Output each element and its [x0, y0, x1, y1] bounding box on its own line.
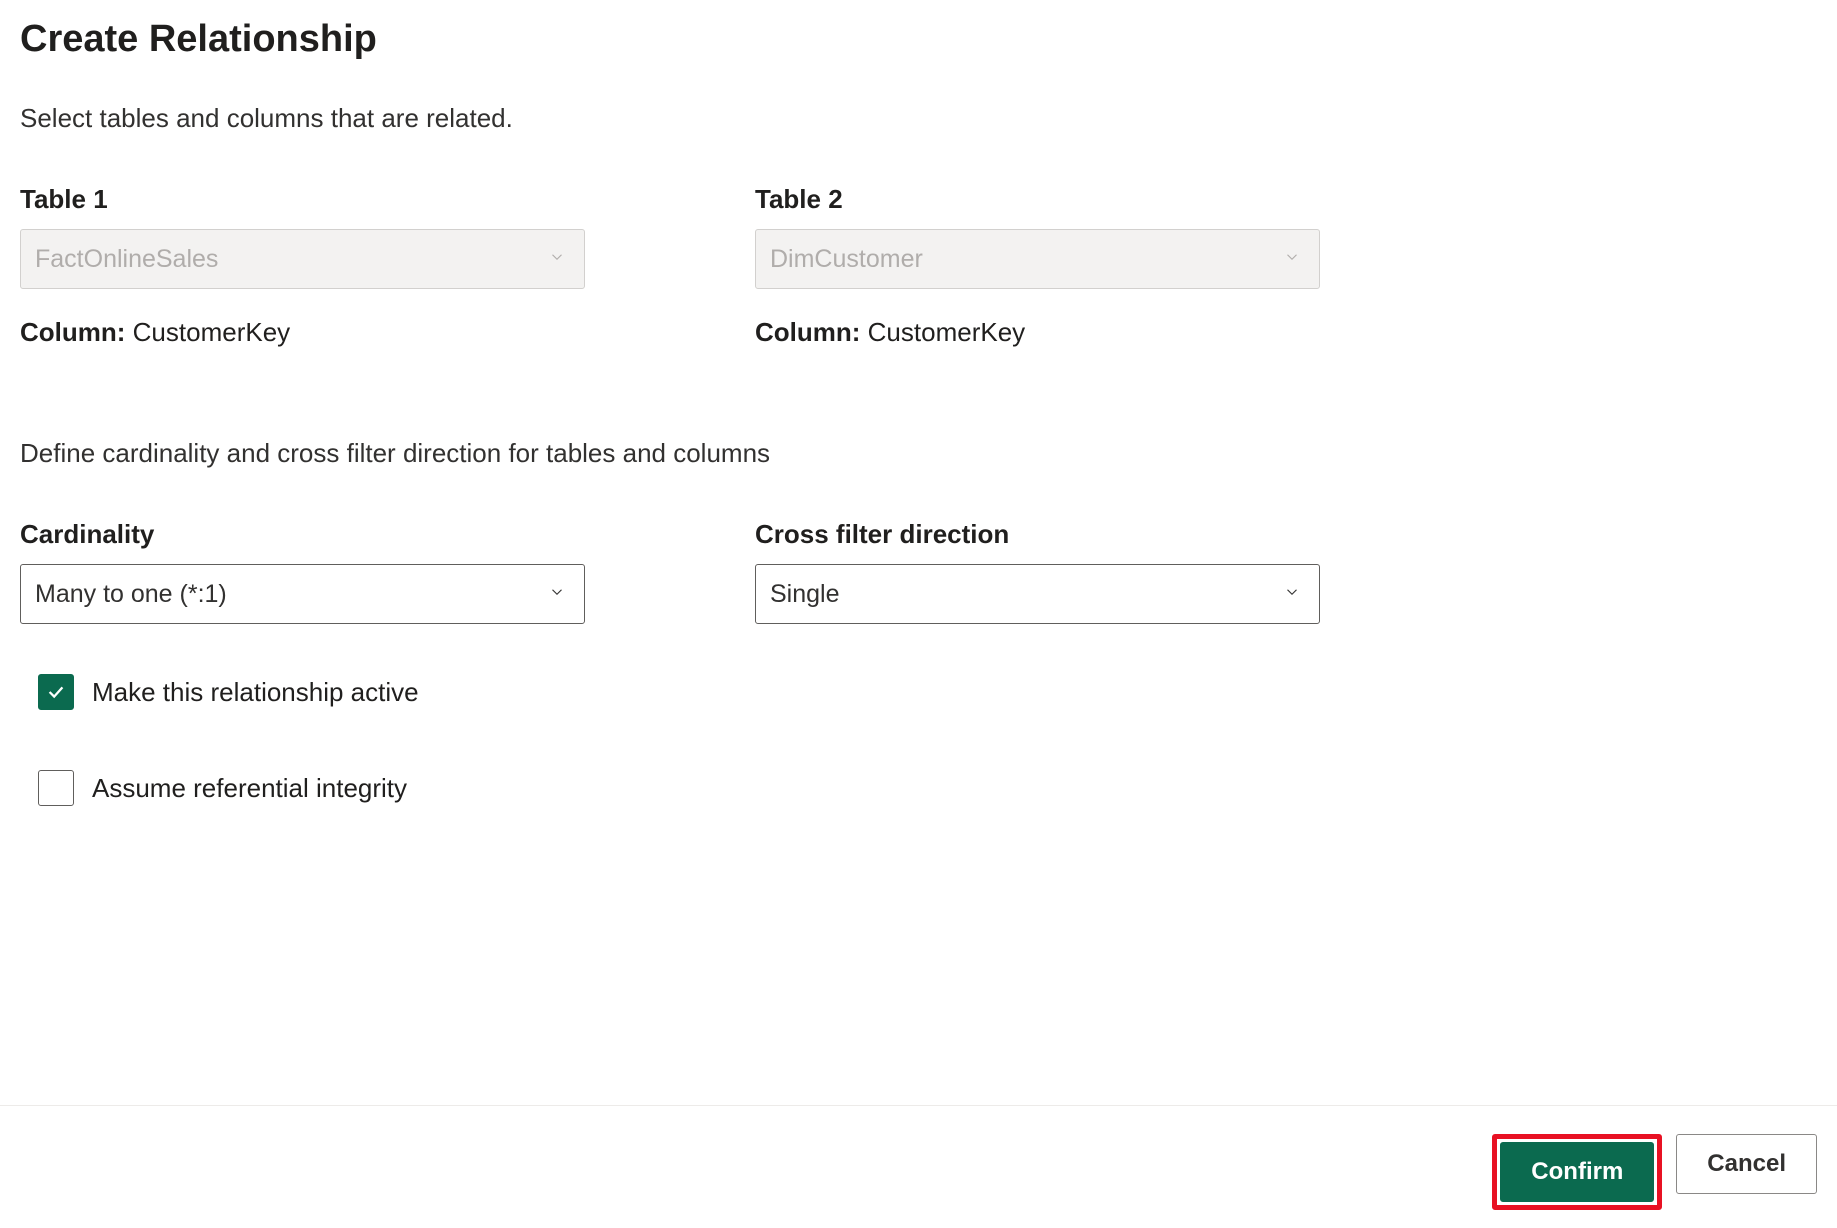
table1-select[interactable]: FactOnlineSales [20, 229, 585, 289]
chevron-down-icon [1283, 248, 1301, 271]
cardinality-select-value: Many to one (*:1) [35, 580, 227, 609]
cardinality-heading: Cardinality [20, 519, 585, 550]
table2-column-label: Column: [755, 317, 860, 347]
table1-block: Table 1 FactOnlineSales Column: Customer… [20, 184, 585, 348]
cardinality-select[interactable]: Many to one (*:1) [20, 564, 585, 624]
cross-filter-select-value: Single [770, 580, 840, 609]
cross-filter-select[interactable]: Single [755, 564, 1320, 624]
integrity-checkbox[interactable] [38, 770, 74, 806]
dialog-footer: Confirm Cancel [0, 1105, 1837, 1228]
active-checkbox-row: Make this relationship active [38, 674, 1817, 710]
active-checkbox-label: Make this relationship active [92, 677, 419, 708]
table1-heading: Table 1 [20, 184, 585, 215]
chevron-down-icon [548, 248, 566, 271]
dialog-title: Create Relationship [20, 18, 1817, 61]
chevron-down-icon [1283, 583, 1301, 606]
table2-select-value: DimCustomer [770, 245, 923, 274]
table2-heading: Table 2 [755, 184, 1320, 215]
dialog-subtitle: Select tables and columns that are relat… [20, 103, 1817, 134]
cross-filter-block: Cross filter direction Single [755, 519, 1320, 624]
integrity-checkbox-row: Assume referential integrity [38, 770, 1817, 806]
cross-filter-heading: Cross filter direction [755, 519, 1320, 550]
cardinality-block: Cardinality Many to one (*:1) [20, 519, 585, 624]
table1-column-line: Column: CustomerKey [20, 317, 585, 348]
cancel-button[interactable]: Cancel [1676, 1134, 1817, 1194]
options-row: Cardinality Many to one (*:1) Cross filt… [20, 519, 1817, 624]
chevron-down-icon [548, 583, 566, 606]
table2-select[interactable]: DimCustomer [755, 229, 1320, 289]
table2-column-line: Column: CustomerKey [755, 317, 1320, 348]
confirm-highlight: Confirm [1492, 1134, 1662, 1210]
tables-row: Table 1 FactOnlineSales Column: Customer… [20, 184, 1817, 348]
cardinality-subtitle: Define cardinality and cross filter dire… [20, 438, 1817, 469]
table2-block: Table 2 DimCustomer Column: CustomerKey [755, 184, 1320, 348]
integrity-checkbox-label: Assume referential integrity [92, 773, 407, 804]
active-checkbox[interactable] [38, 674, 74, 710]
table1-column-value: CustomerKey [133, 317, 291, 347]
table1-column-label: Column: [20, 317, 125, 347]
table2-column-value: CustomerKey [868, 317, 1026, 347]
table1-select-value: FactOnlineSales [35, 245, 218, 274]
confirm-button[interactable]: Confirm [1500, 1142, 1654, 1202]
